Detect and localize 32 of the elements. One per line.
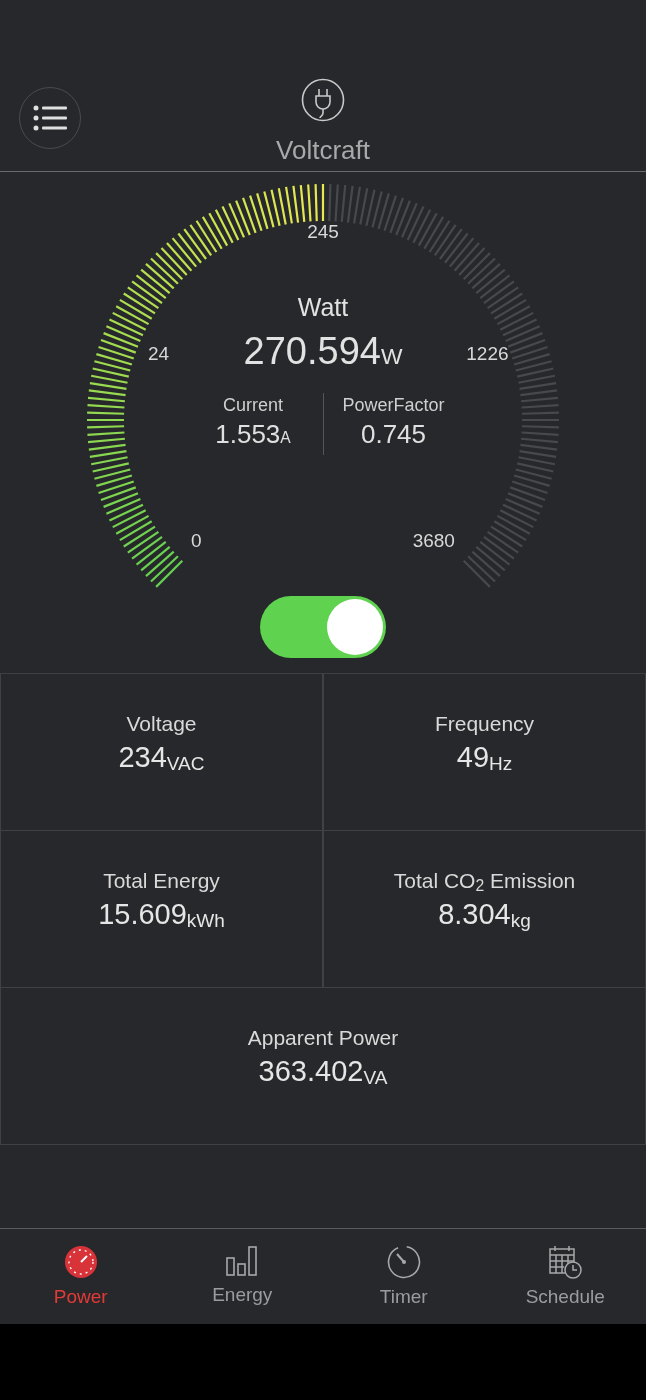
scale-label: 245 — [307, 221, 339, 242]
stat-label: Voltage — [126, 710, 197, 737]
scale-label: 1226 — [466, 342, 509, 364]
reading-label: PowerFactor — [341, 394, 446, 417]
menu-icon — [33, 105, 67, 131]
nav-tab[interactable]: Power — [0, 1229, 162, 1324]
scale-label: 0 — [190, 529, 202, 551]
power-reading: 270.594W — [243, 329, 403, 374]
speedometer-icon — [63, 1245, 98, 1279]
stat-value: 8.304$_{kg}$ — [438, 896, 531, 933]
scale-label: 24 — [148, 342, 170, 364]
timer-icon — [386, 1245, 421, 1279]
nav-tab[interactable]: Energy — [161, 1229, 323, 1324]
nav-tab[interactable]: Schedule — [484, 1229, 646, 1324]
stat-value: 363.402$_{VA}$ — [258, 1053, 388, 1090]
device-title: Voltcraft — [275, 134, 371, 166]
stat-label: Frequency — [434, 710, 535, 737]
bar-chart-icon — [225, 1245, 260, 1277]
stat-label: Total Energy — [103, 867, 220, 894]
reading-value: 1.553A — [214, 418, 292, 451]
plug-icon — [301, 78, 345, 122]
calendar-clock-icon — [548, 1245, 583, 1279]
stat-label: Total CO$_{2}$ Emission — [393, 867, 576, 895]
reading-value: 0.745 — [359, 418, 428, 451]
scale-label: 3680 — [412, 529, 455, 551]
gauge-title: Watt — [297, 292, 349, 322]
stat-value: 49$_{Hz}$ — [456, 739, 513, 776]
stat-label: Apparent Power — [247, 1024, 399, 1051]
nav-tab[interactable]: Timer — [323, 1229, 485, 1324]
stat-value: 15.609$_{kWh}$ — [98, 896, 225, 933]
reading-label: Current — [222, 394, 284, 417]
stat-value: 234$_{VAC}$ — [118, 739, 205, 776]
